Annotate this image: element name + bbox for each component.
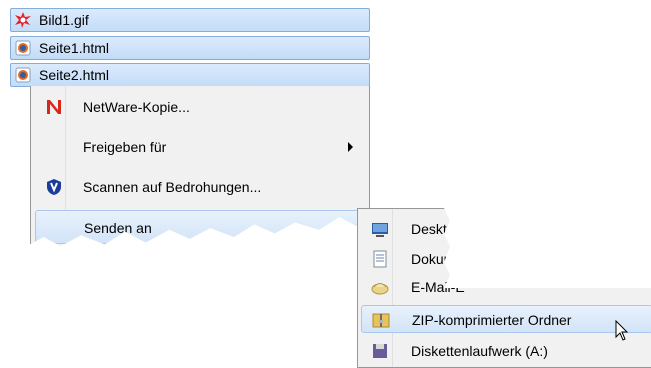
submenu-item-documents[interactable]: Dokun bbox=[361, 245, 651, 273]
submenu-item-label: Diskettenlaufwerk (A:) bbox=[411, 343, 548, 359]
firefox-html-icon bbox=[15, 67, 31, 83]
menu-item-scan-threats[interactable]: Scannen auf Bedrohungen... bbox=[35, 170, 365, 204]
menu-item-label: Freigeben für bbox=[83, 139, 167, 155]
shield-icon bbox=[47, 179, 61, 195]
file-name: Bild1.gif bbox=[39, 12, 89, 28]
menu-item-netware-copy[interactable]: NetWare-Kopie... bbox=[35, 90, 365, 124]
desktop-icon bbox=[372, 223, 388, 237]
mouse-cursor-icon bbox=[615, 320, 629, 341]
submenu-item-label: ZIP-komprimierter Ordner bbox=[412, 312, 572, 328]
netware-icon bbox=[47, 100, 61, 114]
gif-image-icon bbox=[15, 12, 31, 28]
zip-folder-icon bbox=[372, 313, 390, 328]
documents-icon bbox=[373, 250, 387, 268]
submenu-item-email[interactable]: E-Mail-E bbox=[361, 273, 651, 301]
submenu-item-floppy[interactable]: Diskettenlaufwerk (A:) bbox=[361, 337, 651, 365]
firefox-html-icon bbox=[15, 40, 31, 56]
file-row-seite1[interactable]: Seite1.html bbox=[10, 36, 370, 60]
submenu-arrow-icon bbox=[347, 223, 352, 233]
menu-item-label: Scannen auf Bedrohungen... bbox=[83, 179, 262, 195]
submenu-item-label: Dokun bbox=[411, 251, 452, 267]
file-row-seite2[interactable]: Seite2.html bbox=[10, 63, 370, 87]
mail-icon bbox=[371, 283, 389, 295]
file-name: Seite1.html bbox=[39, 40, 110, 56]
submenu-item-label: Deskt bbox=[411, 221, 447, 237]
menu-item-label: NetWare-Kopie... bbox=[83, 99, 190, 115]
menu-item-share-with[interactable]: Freigeben für bbox=[35, 130, 365, 164]
file-name: Seite2.html bbox=[39, 67, 110, 83]
context-menu: NetWare-Kopie... Freigeben für Scannen a… bbox=[30, 86, 370, 247]
submenu-arrow-icon bbox=[348, 142, 353, 152]
send-to-submenu: Deskt Dokun E-Mail-E ZIP-komprimierter O… bbox=[357, 208, 651, 368]
submenu-item-desktop[interactable]: Deskt bbox=[361, 215, 651, 243]
submenu-item-label: E-Mail-E bbox=[411, 279, 465, 295]
submenu-item-zip-folder[interactable]: ZIP-komprimierter Ordner bbox=[361, 305, 651, 333]
menu-item-send-to[interactable]: Senden an bbox=[35, 210, 365, 244]
file-row-bild1[interactable]: Bild1.gif bbox=[10, 8, 370, 32]
floppy-icon bbox=[373, 344, 387, 358]
menu-item-label: Senden an bbox=[84, 220, 152, 236]
